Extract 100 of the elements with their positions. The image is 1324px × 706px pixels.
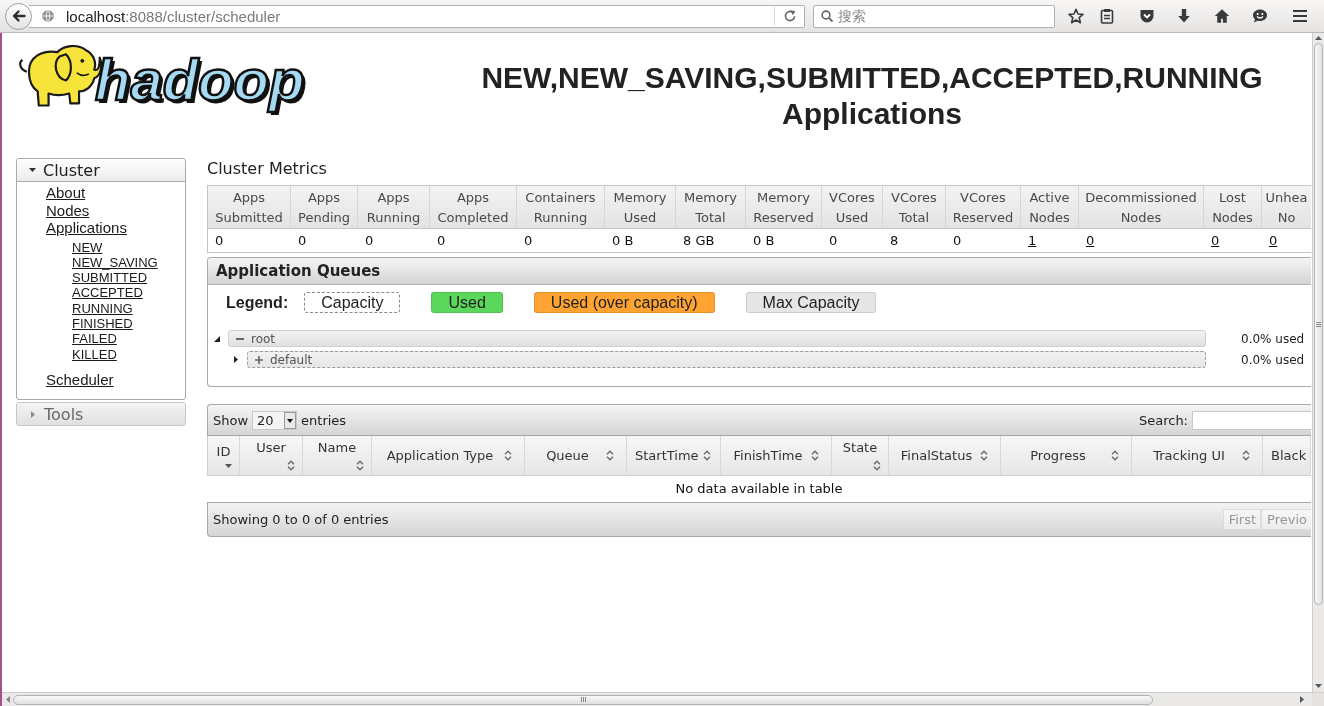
star-icon[interactable] (1068, 8, 1084, 24)
table-cell-text: 0 (214, 232, 225, 250)
left-triangle-icon[interactable] (6, 696, 10, 703)
triangle-down-right-icon[interactable] (213, 335, 220, 342)
nav-link[interactable]: SUBMITTED (72, 270, 148, 286)
nav-link[interactable]: KILLED (72, 346, 117, 362)
column-header[interactable]: FinishTime (721, 436, 832, 476)
plus-icon (255, 355, 263, 364)
right-triangle-icon[interactable] (1300, 696, 1304, 703)
metric-link[interactable]: 0 (1269, 233, 1278, 248)
home-icon[interactable] (1214, 8, 1230, 24)
triangle-right-icon[interactable] (233, 356, 238, 363)
grip-icon (1316, 321, 1321, 327)
menu-icon[interactable] (1292, 8, 1308, 24)
column-header[interactable]: Tracking UI (1132, 436, 1263, 476)
accordion-header[interactable]: Tools (17, 403, 185, 426)
down-arrow-icon[interactable] (1176, 8, 1192, 24)
table-cell-text: 0 (364, 232, 375, 250)
entries-label: entries (301, 412, 347, 428)
column-header[interactable]: Name (303, 436, 372, 476)
column-header: Memory Total (676, 186, 746, 229)
table-cell-text: 0 B (611, 232, 635, 250)
queue-usage: 0.0% used (1241, 352, 1304, 367)
column-header: Memory Used (605, 186, 676, 229)
accordion-header[interactable]: Cluster (17, 159, 185, 182)
url-text: localhost:8088/cluster/scheduler (66, 7, 281, 25)
table-info: Showing 0 to 0 of 0 entries (213, 512, 389, 527)
section-title: Cluster Metrics (207, 159, 328, 179)
scrollbar-thumb[interactable] (13, 694, 1153, 705)
queue-bar[interactable]: root (228, 330, 1206, 347)
nav-link[interactable]: Applications (46, 219, 127, 236)
search-icon (821, 10, 833, 22)
table-cell-text: 0 B (752, 232, 776, 250)
column-header[interactable]: FinalStatus (889, 436, 1001, 476)
panel-title: Application Queues (208, 258, 1311, 285)
nav-link[interactable]: RUNNING (72, 300, 133, 316)
table-cell-text: 0 (297, 232, 308, 250)
nav-link[interactable]: About (46, 184, 86, 201)
column-header: Black (1263, 436, 1311, 476)
back-button[interactable] (5, 2, 32, 30)
column-header[interactable]: User (240, 436, 303, 476)
column-header: Lost Nodes (1204, 186, 1262, 229)
nav-link[interactable]: FINISHED (72, 316, 133, 331)
column-header: Apps Pending (291, 186, 358, 229)
globe-icon (42, 10, 54, 22)
column-header: Apps Completed (430, 186, 517, 229)
table-cell-text: No data available in table (674, 480, 844, 498)
column-header: VCores Total (883, 186, 946, 229)
clipboard-icon[interactable] (1099, 8, 1115, 24)
column-header: Decommissioned Nodes (1079, 186, 1204, 229)
column-header: VCores Used (822, 186, 883, 229)
table-cell-text: 0 (436, 232, 447, 250)
queue-name: root (251, 331, 276, 346)
metric-link[interactable]: 1 (1028, 233, 1037, 248)
nav-link[interactable]: Scheduler (46, 370, 114, 388)
nav-link[interactable]: FAILED (72, 331, 117, 347)
column-header[interactable]: Application Type (372, 436, 525, 476)
column-header: Memory Reserved (746, 186, 822, 229)
column-header[interactable]: ID (207, 436, 240, 476)
column-header: VCores Reserved (946, 186, 1021, 229)
search-label: Search: (1138, 412, 1188, 428)
column-header[interactable]: Progress (1001, 436, 1132, 476)
metric-link[interactable]: 0 (1086, 233, 1095, 248)
legend-item: Capacity (304, 292, 401, 313)
table-search-field[interactable] (1192, 410, 1311, 430)
nav-link[interactable]: ACCEPTED (72, 285, 143, 301)
table-cell-text: 8 GB (682, 232, 716, 250)
show-label: Show (213, 412, 249, 428)
column-header: Unhea No (1262, 186, 1311, 229)
column-header[interactable]: StartTime (627, 436, 721, 476)
column-header: Apps Running (358, 186, 430, 229)
table-cell-text: 0 (952, 232, 963, 250)
table-cell-text: 8 (889, 232, 900, 250)
column-header: Apps Submitted (208, 186, 291, 229)
down-triangle-icon[interactable] (1315, 684, 1322, 688)
column-header[interactable]: Queue (525, 436, 627, 476)
page-size-select[interactable]: 20 (252, 410, 298, 430)
column-header[interactable]: State (832, 436, 889, 476)
nav-link[interactable]: NEW_SAVING (72, 254, 158, 270)
reload-icon[interactable] (784, 10, 796, 22)
legend-label: Legend: (226, 293, 289, 312)
scrollbar-thumb[interactable] (1314, 43, 1323, 605)
nav-link[interactable]: NEW (72, 239, 103, 255)
column-header: Active Nodes (1021, 186, 1079, 229)
page-title: NEW,NEW_SAVING,SUBMITTED,ACCEPTED,RUNNING Applications (480, 60, 1264, 132)
chevron-shield-icon[interactable] (1139, 8, 1155, 24)
left-arrow-icon (11, 9, 26, 23)
column-header: Containers Running (517, 186, 605, 229)
queue-usage: 0.0% used (1241, 331, 1304, 346)
queue-bar[interactable]: default (247, 351, 1206, 368)
up-triangle-icon[interactable] (1315, 36, 1322, 40)
nav-link[interactable]: Nodes (46, 201, 90, 219)
legend-item: Max Capacity (745, 292, 877, 313)
metric-link[interactable]: 0 (1211, 233, 1220, 248)
minus-icon (236, 337, 244, 340)
address-bar[interactable]: localhost:8088/cluster/scheduler (29, 4, 805, 28)
smiley-bubble-icon[interactable] (1252, 8, 1268, 24)
browser-search-field[interactable]: 搜索 (813, 4, 1055, 28)
queue-name: default (270, 352, 313, 367)
grip-icon (580, 697, 586, 702)
